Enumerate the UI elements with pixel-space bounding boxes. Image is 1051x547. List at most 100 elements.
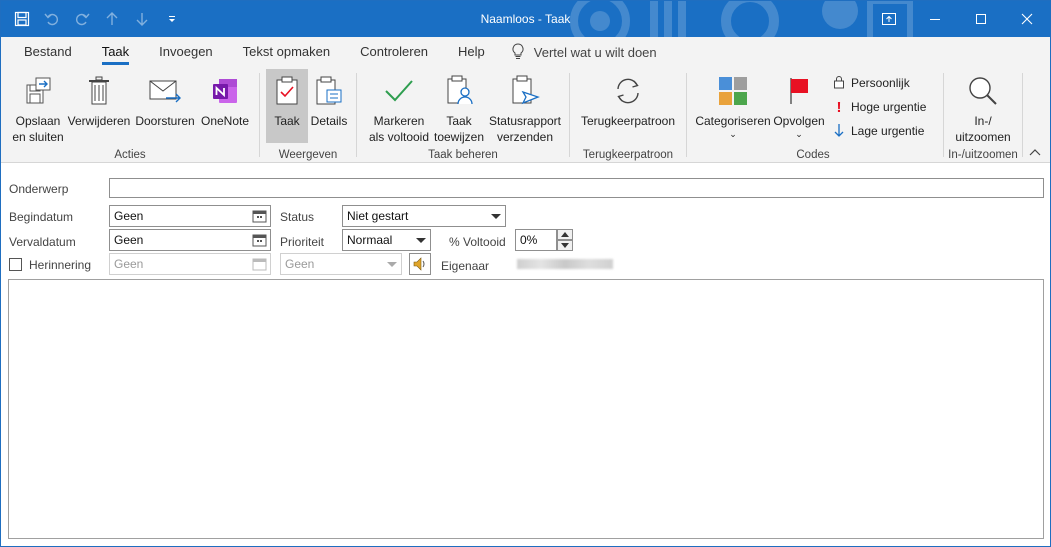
subject-input[interactable] xyxy=(109,178,1044,198)
onenote-label: OneNote xyxy=(200,114,250,128)
status-report-line1: Statusrapport xyxy=(488,114,562,128)
tab-help[interactable]: Help xyxy=(443,37,500,67)
tab-bestand[interactable]: Bestand xyxy=(9,37,87,67)
assign-task-button[interactable]: Taak toewijzen xyxy=(431,69,487,145)
spin-up-icon[interactable] xyxy=(557,229,573,240)
zoom-line1: In-/ xyxy=(974,114,992,128)
status-report-line2: verzenden xyxy=(496,130,554,144)
tell-me-label: Vertel wat u wilt doen xyxy=(533,44,657,60)
delete-label: Verwijderen xyxy=(67,114,131,128)
quick-access-toolbar xyxy=(9,1,185,37)
dropdown-arrow-icon xyxy=(387,262,397,267)
tab-controleren[interactable]: Controleren xyxy=(345,37,443,67)
status-report-icon xyxy=(507,73,543,109)
high-importance-label: Hoge urgentie xyxy=(851,100,927,114)
onenote-button[interactable]: OneNote xyxy=(197,69,253,129)
window-controls xyxy=(866,1,1050,37)
follow-up-button[interactable]: Opvolgen ⌄ xyxy=(771,69,827,139)
priority-value: Normaal xyxy=(347,233,393,247)
maximize-icon[interactable] xyxy=(958,1,1004,37)
group-label-terugkeerpatroon: Terugkeerpatroon xyxy=(582,149,674,161)
status-select[interactable]: Niet gestart xyxy=(342,205,506,227)
priority-label: Prioriteit xyxy=(280,235,325,249)
group-label-zoom: In-/uitzoomen xyxy=(948,149,1018,161)
assign-task-line2: toewijzen xyxy=(433,130,485,144)
group-label-codes: Codes xyxy=(796,149,830,161)
customize-qat-icon[interactable] xyxy=(159,6,185,32)
private-label: Persoonlijk xyxy=(851,76,910,90)
magnifier-icon xyxy=(965,73,1001,109)
assign-task-line1: Taak xyxy=(446,114,472,128)
view-task-button[interactable]: Taak xyxy=(266,69,308,143)
tab-tekst-opmaken[interactable]: Tekst opmaken xyxy=(228,37,345,67)
high-importance-button[interactable]: ! Hoge urgentie xyxy=(833,97,927,117)
save-close-icon xyxy=(20,73,56,109)
down-arrow-icon[interactable] xyxy=(129,6,155,32)
categorize-label: Categoriseren xyxy=(695,114,771,128)
assign-task-icon xyxy=(441,73,477,109)
group-codes: Categoriseren ⌄ Opvolgen ⌄ Persoonlijk !… xyxy=(687,67,939,163)
save-icon[interactable] xyxy=(9,6,35,32)
ribbon-tabs: Bestand Taak Invoegen Tekst opmaken Cont… xyxy=(1,37,1050,67)
task-window: Naamloos - Taak Bestand Taak Invoegen Te… xyxy=(0,0,1051,547)
trash-icon xyxy=(81,73,117,109)
title-bar: Naamloos - Taak xyxy=(1,1,1050,37)
minimize-icon[interactable] xyxy=(912,1,958,37)
zoom-button[interactable]: In-/ uitzoomen xyxy=(948,69,1018,145)
percent-complete-input[interactable]: 0% xyxy=(515,229,557,251)
forward-label: Doorsturen xyxy=(135,114,195,128)
delete-button[interactable]: Verwijderen xyxy=(67,69,131,129)
save-close-line2: en sluiten xyxy=(12,130,64,144)
priority-select[interactable]: Normaal xyxy=(342,229,431,251)
dropdown-arrow-icon xyxy=(491,214,501,219)
reminder-date-input[interactable]: Geen xyxy=(109,253,271,275)
recurrence-label: Terugkeerpatroon xyxy=(580,114,676,128)
group-acties: Opslaan en sluiten Verwijderen Doorsture… xyxy=(1,67,259,163)
task-body-editor[interactable] xyxy=(8,279,1044,539)
private-button[interactable]: Persoonlijk xyxy=(833,73,910,93)
group-zoom: In-/ uitzoomen In-/uitzoomen xyxy=(944,67,1022,163)
up-arrow-icon[interactable] xyxy=(99,6,125,32)
owner-label: Eigenaar xyxy=(441,259,490,273)
reminder-date-value: Geen xyxy=(114,257,144,271)
close-icon[interactable] xyxy=(1004,1,1050,37)
group-label-weergeven: Weergeven xyxy=(278,149,338,161)
tab-invoegen[interactable]: Invoegen xyxy=(144,37,228,67)
reminder-sound-button[interactable] xyxy=(409,253,431,275)
reminder-label: Herinnering xyxy=(29,258,92,272)
spin-down-icon[interactable] xyxy=(557,240,573,251)
group-terugkeerpatroon: Terugkeerpatroon Terugkeerpatroon xyxy=(570,67,686,163)
redo-icon[interactable] xyxy=(69,6,95,32)
speaker-icon xyxy=(412,257,428,275)
tell-me-box[interactable]: Vertel wat u wilt doen xyxy=(512,42,657,62)
view-details-button[interactable]: Details xyxy=(308,69,350,129)
reminder-checkbox[interactable] xyxy=(9,258,22,271)
reminder-time-select[interactable]: Geen xyxy=(280,253,402,275)
forward-button[interactable]: Doorsturen xyxy=(133,69,197,129)
due-date-input[interactable]: Geen xyxy=(109,229,271,251)
send-status-report-button[interactable]: Statusrapport verzenden xyxy=(485,69,565,145)
percent-complete-spinner[interactable] xyxy=(557,229,573,251)
low-importance-button[interactable]: Lage urgentie xyxy=(833,121,924,141)
categorize-button[interactable]: Categoriseren ⌄ xyxy=(693,69,773,139)
start-date-input[interactable]: Geen xyxy=(109,205,271,227)
lightbulb-icon xyxy=(512,42,524,62)
ribbon-display-options-icon[interactable] xyxy=(866,1,912,37)
calendar-icon[interactable] xyxy=(252,209,267,223)
low-importance-label: Lage urgentie xyxy=(851,124,925,138)
lock-icon xyxy=(833,75,845,92)
calendar-icon[interactable] xyxy=(252,233,267,247)
flag-icon xyxy=(781,73,817,109)
mark-complete-button[interactable]: Markeren als voltooid xyxy=(363,69,435,145)
save-and-close-button[interactable]: Opslaan en sluiten xyxy=(9,69,67,145)
separator xyxy=(1022,73,1023,157)
collapse-ribbon-icon[interactable] xyxy=(1028,146,1042,158)
tab-taak[interactable]: Taak xyxy=(87,37,144,67)
undo-icon[interactable] xyxy=(39,6,65,32)
recurrence-icon xyxy=(610,73,646,109)
recurrence-button[interactable]: Terugkeerpatroon xyxy=(576,69,680,129)
reminder-time-value: Geen xyxy=(285,257,315,271)
ribbon: Opslaan en sluiten Verwijderen Doorsture… xyxy=(1,67,1050,163)
mark-complete-line1: Markeren xyxy=(373,114,425,128)
clipboard-check-icon xyxy=(269,73,305,109)
